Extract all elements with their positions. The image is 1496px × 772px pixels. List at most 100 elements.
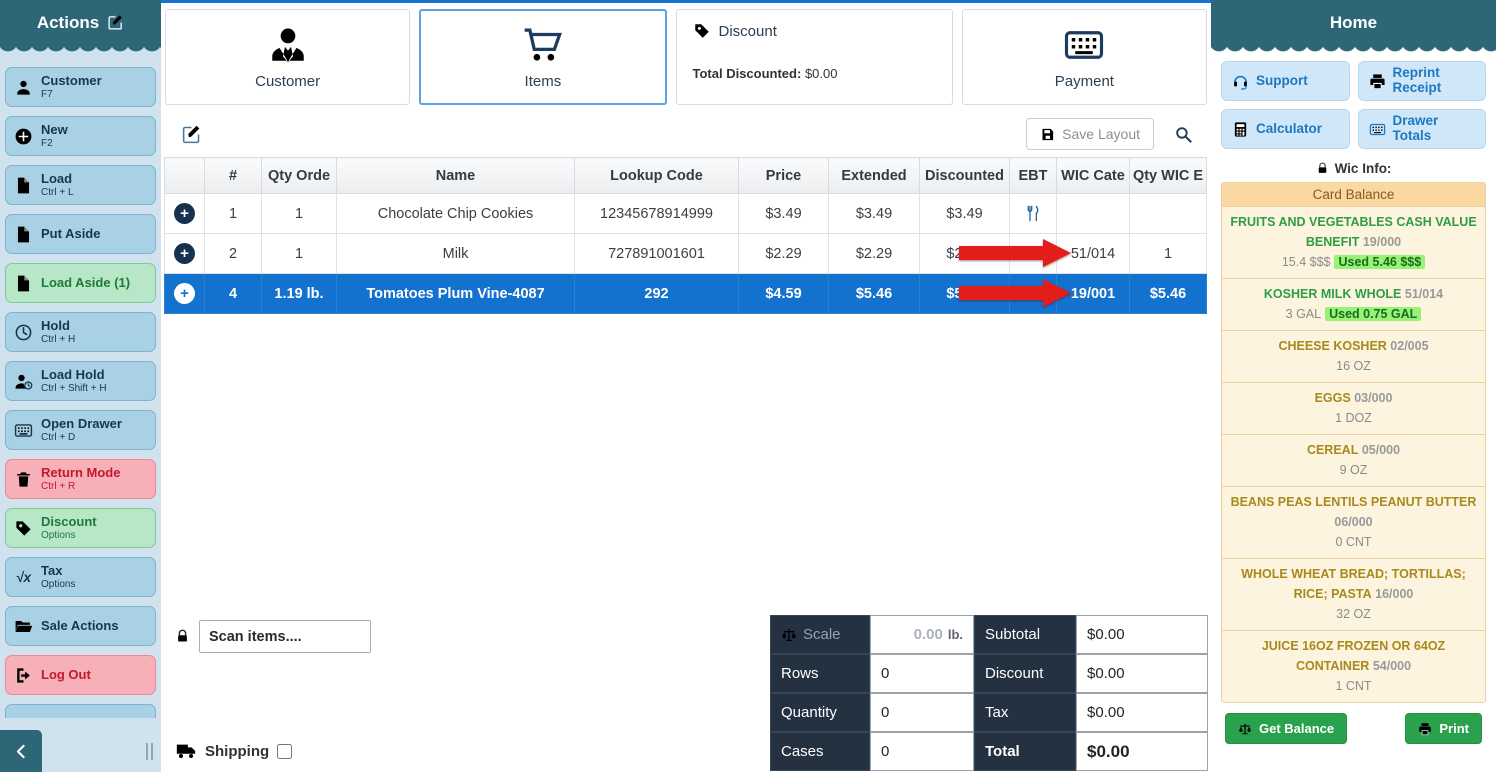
utensils-ebt-icon — [1025, 205, 1042, 222]
expand-row-button[interactable]: + — [174, 283, 195, 304]
chevron-left-icon — [13, 743, 30, 760]
logout-icon — [14, 666, 33, 685]
subtotal-value: $0.00 — [1076, 615, 1208, 654]
cases-label: Cases — [770, 732, 870, 771]
main-panel: Customer Items Discount Total Discounted… — [161, 0, 1211, 772]
card-balance-header: Card Balance — [1222, 183, 1485, 207]
actions-header: Actions — [0, 0, 161, 45]
wic-footer: Get Balance Print — [1225, 713, 1482, 744]
plus-circle-icon — [14, 127, 33, 146]
total-value: $0.00 — [1076, 732, 1208, 771]
new-button[interactable]: NewF2 — [5, 116, 156, 156]
clipped-action-button[interactable] — [5, 704, 156, 718]
expand-row-button[interactable]: + — [174, 243, 195, 264]
log-out-button[interactable]: Log Out — [5, 655, 156, 695]
calculator-button[interactable]: Calculator — [1221, 109, 1350, 149]
wic-balance-item: WHOLE WHEAT BREAD; TORTILLAS; RICE; PAST… — [1222, 559, 1485, 631]
tab-payment[interactable]: Payment — [962, 9, 1207, 105]
collapse-sidebar-button[interactable] — [0, 730, 42, 772]
tab-discount[interactable]: Discount Total Discounted: $0.00 — [676, 9, 953, 105]
tag-icon — [14, 519, 33, 538]
home-buttons: Support Reprint Receipt Calculator Drawe… — [1221, 61, 1486, 149]
support-button[interactable]: Support — [1221, 61, 1350, 101]
quantity-value: 0 — [870, 693, 974, 732]
user-clock-icon — [14, 372, 33, 391]
print-button[interactable]: Print — [1405, 713, 1482, 744]
col-extended[interactable]: Extended — [829, 158, 920, 194]
calculator-icon — [1232, 121, 1249, 138]
cash-register-icon — [1063, 24, 1105, 66]
tax-button[interactable]: √xTaxOptions — [5, 557, 156, 597]
col-wic-category[interactable]: WIC Cate — [1057, 158, 1130, 194]
wic-balance-item: EGGS 03/000 1 DOZ — [1222, 383, 1485, 435]
tab-items[interactable]: Items — [419, 9, 666, 105]
wic-balance-item: CEREAL 05/000 9 OZ — [1222, 435, 1485, 487]
reprint-receipt-button[interactable]: Reprint Receipt — [1358, 61, 1487, 101]
col-qty-ordered[interactable]: Qty Orde — [262, 158, 337, 194]
load-button[interactable]: LoadCtrl + L — [5, 165, 156, 205]
items-grid-area: # Qty Orde Name Lookup Code Price Extend… — [161, 157, 1211, 612]
save-icon — [1040, 127, 1055, 142]
sale-actions-button[interactable]: Sale Actions — [5, 606, 156, 646]
total-label: Total — [974, 732, 1076, 771]
scale-value: 0.00lb. — [870, 615, 974, 654]
col-name[interactable]: Name — [337, 158, 575, 194]
load-hold-button[interactable]: Load HoldCtrl + Shift + H — [5, 361, 156, 401]
actions-title: Actions — [37, 13, 99, 33]
return-mode-button[interactable]: Return ModeCtrl + R — [5, 459, 156, 499]
trash-icon — [14, 470, 33, 489]
wic-balance-item: BEANS PEAS LENTILS PEANUT BUTTER 06/000 … — [1222, 487, 1485, 559]
discount-value: $0.00 — [1076, 654, 1208, 693]
customer-button[interactable]: CustomerF7 — [5, 67, 156, 107]
scale-icon — [1238, 722, 1252, 736]
shipping-checkbox[interactable] — [277, 744, 292, 759]
grid-toolbar: Save Layout — [161, 111, 1211, 157]
header-row: # Qty Orde Name Lookup Code Price Extend… — [165, 158, 1207, 194]
drawer-totals-button[interactable]: Drawer Totals — [1358, 109, 1487, 149]
expander-column-header — [165, 158, 205, 194]
expand-row-button[interactable]: + — [174, 203, 195, 224]
document-icon — [14, 176, 33, 195]
edit-actions-icon[interactable] — [107, 14, 124, 31]
actions-list: CustomerF7 NewF2 LoadCtrl + L Put Aside … — [0, 45, 161, 772]
wic-balance-item: JUICE 16OZ FROZEN OR 64OZ CONTAINER 54/0… — [1222, 631, 1485, 702]
headset-icon — [1232, 73, 1249, 90]
actions-sidebar: Actions CustomerF7 NewF2 LoadCtrl + L Pu… — [0, 0, 161, 772]
col-discounted[interactable]: Discounted — [920, 158, 1010, 194]
table-row[interactable]: + 1 1 Chocolate Chip Cookies 12345678914… — [165, 194, 1207, 234]
home-header: Home — [1211, 0, 1496, 45]
get-balance-button[interactable]: Get Balance — [1225, 713, 1347, 744]
tax-value: $0.00 — [1076, 693, 1208, 732]
lock-icon — [1316, 162, 1329, 175]
col-ebt[interactable]: EBT — [1010, 158, 1057, 194]
col-qty-wic[interactable]: Qty WIC E — [1130, 158, 1207, 194]
wic-balance-item: CHEESE KOSHER 02/005 16 OZ — [1222, 331, 1485, 383]
put-aside-button[interactable]: Put Aside — [5, 214, 156, 254]
hold-button[interactable]: HoldCtrl + H — [5, 312, 156, 352]
col-num[interactable]: # — [205, 158, 262, 194]
save-layout-button[interactable]: Save Layout — [1026, 118, 1154, 150]
load-aside-button[interactable]: Load Aside (1) — [5, 263, 156, 303]
table-row[interactable]: + 2 1 Milk 727891001601 $2.29 $2.29 $2.2… — [165, 234, 1207, 274]
edit-grid-icon[interactable] — [181, 124, 202, 145]
discount-button[interactable]: DiscountOptions — [5, 508, 156, 548]
user-icon — [14, 78, 33, 97]
home-title: Home — [1330, 13, 1377, 33]
lock-icon — [175, 629, 190, 644]
printer-icon — [1418, 722, 1432, 736]
sidebar-resize-handle[interactable] — [146, 743, 153, 760]
search-icon[interactable] — [1174, 125, 1193, 144]
wic-info-label: Wic Info: — [1211, 161, 1496, 176]
col-price[interactable]: Price — [739, 158, 829, 194]
open-drawer-button[interactable]: Open DrawerCtrl + D — [5, 410, 156, 450]
shipping-truck-icon — [175, 740, 197, 762]
clock-icon — [14, 323, 33, 342]
col-lookup-code[interactable]: Lookup Code — [575, 158, 739, 194]
scan-items-input[interactable] — [199, 620, 371, 653]
cart-icon — [522, 24, 564, 66]
scale-label: Scale — [770, 615, 870, 654]
tab-customer[interactable]: Customer — [165, 9, 410, 105]
table-row-selected[interactable]: + 4 1.19 lb. Tomatoes Plum Vine-4087 292… — [165, 274, 1207, 314]
shipping-label: Shipping — [205, 743, 269, 760]
pos-app: Actions CustomerF7 NewF2 LoadCtrl + L Pu… — [0, 0, 1496, 772]
